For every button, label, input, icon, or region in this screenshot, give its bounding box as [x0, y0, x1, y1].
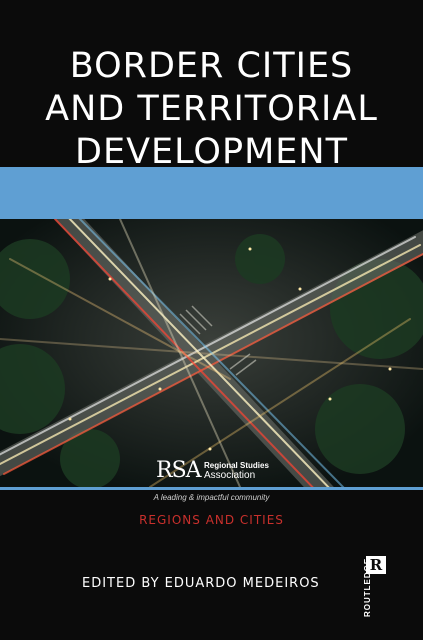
book-cover: BORDER CITIES AND TERRITORIAL DEVELOPMEN…	[0, 0, 423, 640]
routledge-logo: R ROUTLEDGE	[363, 556, 403, 618]
association-tagline: A leading & impactful community	[153, 493, 270, 502]
publisher-name: ROUTLEDGE	[363, 557, 372, 617]
series-title: REGIONS AND CITIES	[139, 513, 284, 527]
rsa-logo: RSA Regional Studies Association	[156, 458, 286, 486]
association-name-line-2: Association	[204, 470, 256, 481]
title-line-2: AND TERRITORIAL	[45, 89, 378, 130]
title-line-1: BORDER CITIES	[69, 46, 354, 87]
aerial-city-image	[0, 219, 423, 487]
rsa-mark: RSA	[156, 458, 202, 483]
cover-photo	[0, 219, 423, 487]
photo-edge-divider	[0, 487, 423, 490]
blue-band	[0, 167, 423, 219]
editor-credit: EDITED BY EDUARDO MEDEIROS	[82, 576, 320, 591]
book-title: BORDER CITIES AND TERRITORIAL DEVELOPMEN…	[0, 45, 423, 174]
